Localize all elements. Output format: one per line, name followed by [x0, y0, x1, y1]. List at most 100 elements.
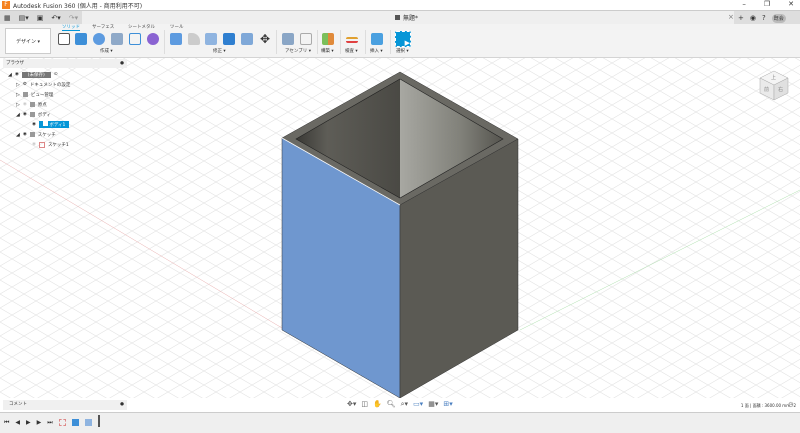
- help-icon[interactable]: ?: [762, 14, 766, 22]
- apps-grid-icon[interactable]: ▦: [4, 14, 11, 22]
- tree-item-label: スケッチ: [37, 132, 56, 138]
- undo-icon[interactable]: ↶▾: [51, 14, 60, 22]
- joint-icon[interactable]: [300, 33, 312, 45]
- construct-plane-icon[interactable]: [322, 33, 334, 45]
- orbit-icon[interactable]: ✥▾: [347, 400, 356, 409]
- revolve-icon[interactable]: [93, 33, 105, 45]
- view-cube[interactable]: 上 前 右: [757, 68, 791, 102]
- activate-icon[interactable]: ⊙: [54, 72, 58, 77]
- body-icon: [42, 121, 48, 126]
- browser-panel-header[interactable]: ブラウザ ●: [3, 59, 127, 68]
- fusion-logo-icon: F: [2, 1, 10, 9]
- workspace-dropdown[interactable]: デザイン ▾: [5, 28, 51, 54]
- create-menu[interactable]: 作成 ▾: [100, 48, 113, 54]
- tree-item-named-views[interactable]: ▷ ビュー管理: [16, 90, 53, 99]
- eye-icon[interactable]: ◉: [23, 132, 27, 137]
- eye-icon[interactable]: ◉: [32, 122, 36, 127]
- select-icon[interactable]: ▶: [395, 31, 411, 47]
- user-avatar[interactable]: 既会: [771, 13, 786, 23]
- window-title: Autodesk Fusion 360 (個人用 - 商用利用不可): [13, 2, 143, 10]
- tab-sheet-metal[interactable]: シートメタル: [128, 24, 155, 30]
- go-to-start-icon[interactable]: ⏮: [4, 419, 9, 427]
- timeline-extrude-icon[interactable]: [71, 419, 79, 426]
- close-tab-button[interactable]: ×: [728, 13, 734, 21]
- eye-icon[interactable]: ◉: [15, 72, 19, 77]
- tab-surface[interactable]: サーフェス: [92, 24, 114, 30]
- create-sketch-icon[interactable]: [58, 33, 70, 45]
- move-icon[interactable]: ✥: [259, 33, 271, 45]
- extrude-icon[interactable]: [75, 33, 87, 45]
- tab-solid[interactable]: ソリッド: [62, 24, 80, 31]
- measure-icon[interactable]: [346, 37, 358, 43]
- comments-panel[interactable]: コメント ●: [3, 400, 127, 410]
- zoom-icon[interactable]: 🔍︎: [387, 400, 396, 409]
- hole-icon[interactable]: [111, 33, 123, 45]
- eye-hidden-icon[interactable]: ◉: [32, 142, 36, 147]
- job-status-icon[interactable]: ◉: [750, 14, 756, 22]
- assemble-menu[interactable]: アセンブリ ▾: [285, 48, 311, 54]
- new-tab-icon[interactable]: +: [738, 14, 744, 22]
- zoom-window-icon[interactable]: ⌕▾: [401, 400, 408, 409]
- modify-menu[interactable]: 修正 ▾: [213, 48, 226, 54]
- eye-hidden-icon[interactable]: ◉: [23, 102, 27, 107]
- browser-title: ブラウザ: [6, 61, 24, 66]
- display-settings-icon[interactable]: ▭▾: [413, 400, 423, 409]
- document-tab[interactable]: 無題*: [395, 13, 418, 22]
- tree-item-body1[interactable]: ◉ ボディ1: [32, 120, 70, 129]
- combine-icon[interactable]: [223, 33, 235, 45]
- tree-item-document-settings[interactable]: ▷ ⚙ ドキュメントの設定: [16, 80, 70, 89]
- minimize-button[interactable]: –: [742, 0, 746, 8]
- form-icon[interactable]: [147, 33, 159, 45]
- new-component-icon[interactable]: [282, 33, 294, 45]
- play-icon[interactable]: ▶: [26, 419, 31, 427]
- grid-settings-icon[interactable]: ▦▾: [428, 400, 438, 409]
- canvas-viewport[interactable]: [0, 58, 800, 398]
- timeline-shell-icon[interactable]: [84, 419, 92, 426]
- tree-item-label: スケッチ1: [47, 142, 69, 148]
- eye-icon[interactable]: ◉: [23, 112, 27, 117]
- tree-item-bodies[interactable]: ◢ ◉ ボディ: [16, 110, 51, 119]
- pattern-icon[interactable]: [129, 33, 141, 45]
- tab-tools[interactable]: ツール: [170, 24, 184, 30]
- box-body[interactable]: [281, 71, 519, 398]
- comments-options-icon[interactable]: ●: [120, 400, 124, 410]
- shell-icon[interactable]: [205, 33, 217, 45]
- ribbon-toolbar: デザイン ▾ ソリッド サーフェス シートメタル ツール 作成 ▾ ✥ 修正 ▾…: [0, 24, 800, 58]
- pan-icon[interactable]: ✋: [373, 400, 382, 409]
- close-button[interactable]: ✕: [788, 0, 794, 8]
- timeline-settings-icon[interactable]: ⚙: [788, 401, 794, 409]
- fillet-icon[interactable]: [188, 33, 200, 45]
- select-menu[interactable]: 選択 ▾: [396, 48, 409, 54]
- save-icon[interactable]: ▣: [37, 14, 44, 22]
- viewcube-front-label[interactable]: 前: [764, 86, 769, 93]
- tree-item-sketch1[interactable]: ◉ スケッチ1: [32, 140, 69, 149]
- navigation-bar: ✥▾ ◫ ✋ 🔍︎ ⌕▾ ▭▾ ▦▾ ⊞▾: [347, 400, 453, 409]
- timeline-sketch-icon[interactable]: [58, 419, 66, 426]
- folder-icon: [22, 92, 28, 97]
- inspect-menu[interactable]: 検査 ▾: [345, 48, 358, 54]
- tree-item-origin[interactable]: ▷ ◉ 原点: [16, 100, 47, 109]
- viewports-icon[interactable]: ⊞▾: [443, 400, 452, 409]
- look-at-icon[interactable]: ◫: [361, 400, 368, 409]
- press-pull-icon[interactable]: [170, 33, 182, 45]
- insert-menu[interactable]: 挿入 ▾: [370, 48, 383, 54]
- tree-item-label: ドキュメントの設定: [29, 82, 71, 88]
- viewcube-top-label[interactable]: 上: [771, 74, 776, 81]
- tree-item-root[interactable]: ◢ ◉ (未保存) ⊙: [8, 70, 58, 79]
- folder-icon: [29, 132, 35, 137]
- construct-menu[interactable]: 構築 ▾: [321, 48, 334, 54]
- viewcube-right-label[interactable]: 右: [778, 86, 783, 93]
- restore-button[interactable]: ❐: [764, 0, 770, 8]
- file-menu-icon[interactable]: ▤▾: [19, 14, 29, 22]
- redo-icon[interactable]: ↷▾: [69, 14, 78, 22]
- insert-image-icon[interactable]: [371, 33, 383, 45]
- gear-icon: ⚙: [22, 82, 27, 87]
- offset-face-icon[interactable]: [241, 33, 253, 45]
- tree-item-sketches[interactable]: ◢ ◉ スケッチ: [16, 130, 56, 139]
- folder-icon: [29, 102, 35, 107]
- browser-options-icon[interactable]: ●: [120, 59, 124, 68]
- step-back-icon[interactable]: ◀: [15, 419, 20, 427]
- step-forward-icon[interactable]: ▶: [37, 419, 42, 427]
- go-to-end-icon[interactable]: ⏭: [47, 419, 52, 427]
- timeline-marker[interactable]: [97, 415, 100, 427]
